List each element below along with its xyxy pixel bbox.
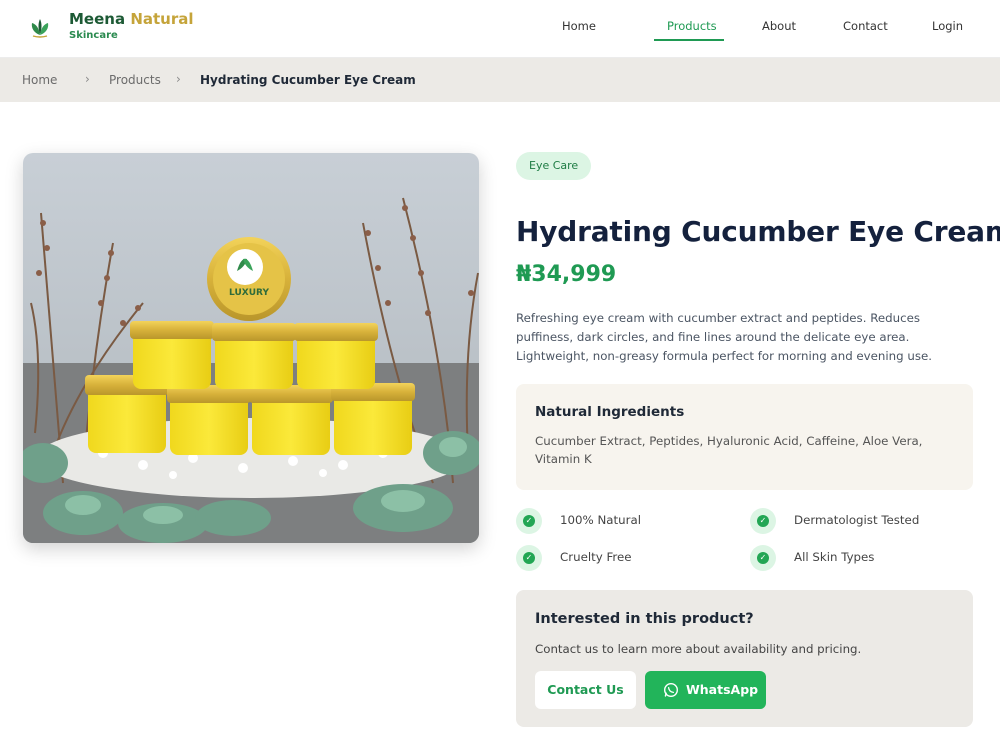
- breadcrumb-current: Hydrating Cucumber Eye Cream: [200, 73, 416, 87]
- ingredients-card: Natural Ingredients Cucumber Extract, Pe…: [516, 384, 973, 490]
- brand-name: Meena Natural: [69, 10, 194, 28]
- leaf-logo-icon[interactable]: [28, 15, 52, 39]
- product-price: ₦34,999: [516, 262, 617, 287]
- nav-active-indicator: [654, 39, 724, 41]
- check-icon: ✓: [750, 508, 776, 534]
- nav-products[interactable]: Products: [667, 19, 717, 33]
- brand-subtitle: Skincare: [69, 30, 118, 41]
- product-description: Refreshing eye cream with cucumber extra…: [516, 311, 933, 363]
- whatsapp-button[interactable]: WhatsApp: [645, 671, 766, 709]
- breadcrumb-separator: ›: [85, 72, 90, 86]
- contact-us-button[interactable]: Contact Us: [535, 671, 636, 709]
- nav-login[interactable]: Login: [932, 19, 963, 33]
- ingredients-title: Natural Ingredients: [535, 404, 685, 420]
- nav-home[interactable]: Home: [562, 19, 596, 33]
- site-header: Meena Natural Skincare Home Products Abo…: [0, 0, 1000, 58]
- check-icon: ✓: [516, 508, 542, 534]
- jar-label-text: LUXURY: [229, 288, 269, 298]
- category-badge[interactable]: Eye Care: [516, 152, 592, 180]
- brand[interactable]: Meena Natural Skincare: [69, 10, 194, 41]
- product-photo-illustration: LUXURY: [23, 153, 479, 543]
- feature-label: Cruelty Free: [560, 550, 632, 564]
- feature-label: Dermatologist Tested: [794, 513, 920, 527]
- product-title: Hydrating Cucumber Eye Cream: [516, 215, 1000, 248]
- whatsapp-label: WhatsApp: [686, 682, 759, 697]
- brand-name-part: Meena: [69, 10, 126, 28]
- ingredients-list: Cucumber Extract, Peptides, Hyaluronic A…: [535, 434, 923, 466]
- product-image[interactable]: LUXURY: [23, 153, 479, 543]
- inquiry-text: Contact us to learn more about availabil…: [535, 642, 862, 656]
- breadcrumb: Home › Products › Hydrating Cucumber Eye…: [0, 58, 1000, 102]
- feature-label: 100% Natural: [560, 513, 641, 527]
- brand-name-accent: Natural: [130, 10, 194, 28]
- breadcrumb-products[interactable]: Products: [109, 73, 161, 87]
- feature-label: All Skin Types: [794, 550, 875, 564]
- check-icon: ✓: [750, 545, 776, 571]
- check-icon: ✓: [516, 545, 542, 571]
- nav-about[interactable]: About: [762, 19, 796, 33]
- inquiry-card: Interested in this product? Contact us t…: [516, 590, 973, 727]
- inquiry-title: Interested in this product?: [535, 611, 754, 627]
- breadcrumb-separator: ›: [176, 72, 181, 86]
- nav-contact[interactable]: Contact: [843, 19, 888, 33]
- whatsapp-icon: [663, 682, 679, 698]
- breadcrumb-home[interactable]: Home: [22, 73, 57, 87]
